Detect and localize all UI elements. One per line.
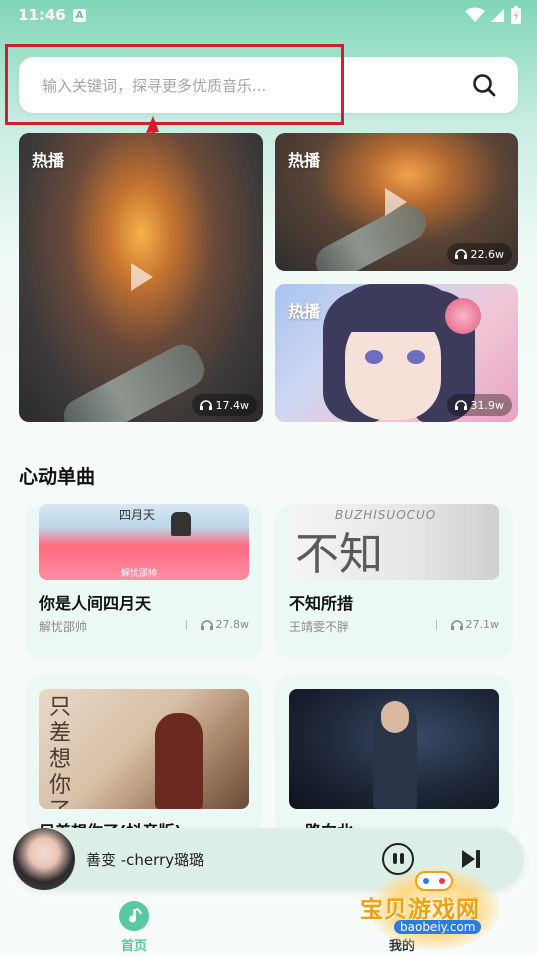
notification-icon: A <box>73 9 86 22</box>
divider <box>436 620 437 630</box>
cover-figures <box>171 512 191 536</box>
headphone-icon <box>454 400 467 410</box>
section-title: 心动单曲 <box>19 466 96 488</box>
song-card[interactable]: 一路向北 <box>275 675 513 835</box>
artwork-eye <box>365 350 383 364</box>
cover-subtext: BUZHISUOCUO <box>335 508 437 522</box>
song-card[interactable]: 四月天 解忧邵帅 你是人间四月天 解忧邵帅 27.8w <box>25 504 263 659</box>
featured-card-1[interactable]: 热播 17.4w <box>19 133 263 422</box>
song-card[interactable]: 不知 BUZHISUOCUO 不知所措 王靖雯不胖 27.1w <box>275 504 513 659</box>
battery-icon <box>511 6 521 24</box>
headphone-icon <box>454 249 467 259</box>
music-note-icon <box>119 901 149 931</box>
song-cover: 四月天 解忧邵帅 <box>39 504 249 580</box>
status-bar: 11:46 A <box>0 0 537 32</box>
now-playing-avatar <box>13 828 75 890</box>
play-count-value: 17.4w <box>215 398 250 412</box>
signal-icon <box>491 9 504 22</box>
headphone-icon <box>200 619 213 630</box>
cover-text: 不知 <box>295 529 383 580</box>
song-card[interactable]: 只差想你了 只差想你了(抖音版) <box>25 675 263 835</box>
cover-person-face <box>381 701 409 733</box>
song-title: 你是人间四月天 <box>39 594 152 613</box>
cover-text: 四月天 <box>119 508 156 522</box>
divider <box>186 620 187 630</box>
now-playing-title: 善变 -cherry璐璐 <box>86 851 205 869</box>
play-count-value: 22.6w <box>470 247 505 261</box>
song-play-count: 27.8w <box>200 618 250 631</box>
play-count: 22.6w <box>446 243 512 265</box>
artwork-eye <box>407 350 425 364</box>
song-cover: 只差想你了 <box>39 689 249 809</box>
featured-tag: 热播 <box>288 302 321 321</box>
wifi-icon <box>465 7 485 22</box>
song-artist: 解忧邵帅 <box>39 620 88 634</box>
song-play-count-value: 27.1w <box>465 618 500 631</box>
rose-icon <box>445 298 481 334</box>
featured-tag: 热播 <box>288 151 321 170</box>
play-icon[interactable] <box>131 263 153 291</box>
play-count: 31.9w <box>446 394 512 416</box>
song-cover: 不知 BUZHISUOCUO <box>289 504 499 580</box>
search-icon[interactable] <box>472 73 496 97</box>
watermark-title: 宝贝游戏网 <box>360 897 480 923</box>
headphone-icon <box>450 619 463 630</box>
song-title: 不知所措 <box>289 594 354 613</box>
featured-card-3[interactable]: 热播 31.9w <box>275 284 518 422</box>
bottle-image <box>57 338 211 422</box>
annotation-highlight-box <box>5 44 344 125</box>
headphone-icon <box>199 400 212 410</box>
watermark-url: baobeiy.com <box>394 920 482 934</box>
status-icons <box>465 6 521 24</box>
tab-home-label: 首页 <box>120 939 147 954</box>
play-count-value: 31.9w <box>470 398 505 412</box>
featured-tag: 热播 <box>32 151 65 170</box>
play-icon[interactable] <box>385 188 407 216</box>
cover-subtext: 解忧邵帅 <box>121 569 158 579</box>
tab-home[interactable]: 首页 <box>94 901 174 954</box>
featured-card-2[interactable]: 热播 22.6w <box>275 133 518 271</box>
cover-text: 只差想你了 <box>49 695 72 809</box>
bottle-image <box>309 198 433 271</box>
play-count: 17.4w <box>191 394 257 416</box>
status-time: 11:46 <box>18 6 66 24</box>
song-play-count-value: 27.8w <box>215 618 250 631</box>
cover-person <box>155 713 203 809</box>
artwork-hair <box>337 284 457 332</box>
song-artist: 王靖雯不胖 <box>289 620 350 634</box>
site-watermark: 宝贝游戏网 baobeiy.com <box>358 862 518 952</box>
song-cover <box>289 689 499 809</box>
song-play-count: 27.1w <box>450 618 500 631</box>
